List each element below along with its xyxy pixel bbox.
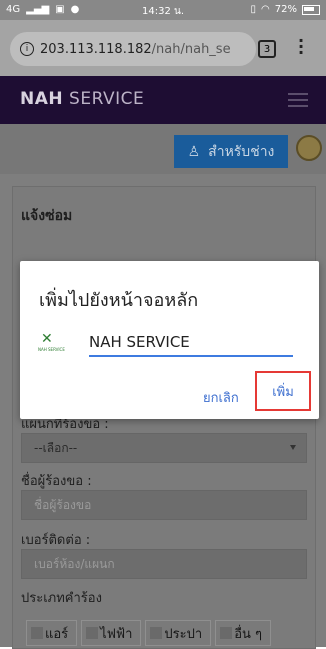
vibrate-icon: ▯ [250, 4, 257, 15]
requester-label: ชื่อผู้ร้องขอ : [21, 474, 92, 489]
add-button[interactable]: เพิ่ม [255, 371, 311, 411]
info-icon[interactable]: i [20, 42, 34, 56]
dialog-title: เพิ่มไปยังหน้าจอหลัก [39, 290, 199, 311]
technician-button[interactable]: ♙ สำหรับช่าง [174, 135, 288, 168]
wifi-icon: ◠ [261, 4, 270, 15]
site-brand[interactable]: NAH SERVICE [20, 89, 144, 109]
leaves-icon: ✕ [41, 331, 53, 347]
type-option-electric[interactable]: ไฟฟ้า [81, 620, 142, 646]
request-type-options: แอร์ ไฟฟ้า ประปา อื่น ๆ [26, 620, 272, 646]
organization-logo [296, 135, 322, 161]
department-select-value: --เลือก-- [34, 440, 78, 455]
phone-label: เบอร์ติดต่อ : [21, 533, 91, 548]
brand-rest: SERVICE [69, 89, 145, 109]
type-option-other[interactable]: อื่น ๆ [215, 620, 272, 646]
url-path: /nah/nah_se [151, 41, 231, 57]
department-select[interactable]: --เลือก-- [21, 433, 307, 463]
browser-toolbar: i 203.113.118.182 /nah/nah_se 3 · · · [0, 20, 326, 76]
tab-switcher-button[interactable]: 3 [258, 40, 276, 58]
request-type-label: ประเภทคำร้อง [21, 591, 102, 606]
type-option-aircon[interactable]: แอร์ [26, 620, 78, 646]
add-button-label: เพิ่ม [272, 384, 294, 400]
type-option-plumbing[interactable]: ประปา [145, 620, 212, 646]
app-icon: ✕ NAH SERVICE [36, 329, 65, 355]
requester-input[interactable]: ชื่อผู้ร้องขอ [21, 490, 307, 520]
battery-percent: 72% [274, 4, 297, 15]
address-bar[interactable]: i 203.113.118.182 /nah/nah_se [10, 32, 256, 66]
status-bar: 4G ▂▄▆ ▣ ● 14:32 น. ▯ ◠ 72% [0, 0, 326, 20]
shortcut-name-input[interactable]: NAH SERVICE [89, 333, 293, 357]
url-host: 203.113.118.182 [40, 41, 152, 57]
dropdown-caret-icon [290, 445, 296, 450]
add-to-home-dialog: เพิ่มไปยังหน้าจอหลัก ✕ NAH SERVICE NAH S… [20, 261, 319, 419]
battery-icon [302, 4, 320, 15]
hamburger-menu-icon[interactable] [288, 93, 308, 111]
icon-caption: NAH SERVICE [38, 347, 65, 352]
cancel-button[interactable]: ยกเลิก [203, 387, 239, 408]
technician-button-label: สำหรับช่าง [208, 143, 275, 160]
phone-input[interactable]: เบอร์ห้อง/แผนก [21, 549, 307, 579]
brand-bold: NAH [20, 89, 64, 109]
site-header: NAH SERVICE [0, 76, 326, 124]
user-icon: ♙ [187, 143, 201, 160]
form-title: แจ้งซ่อม [21, 208, 73, 224]
overflow-menu-icon[interactable]: · · · [298, 33, 306, 61]
